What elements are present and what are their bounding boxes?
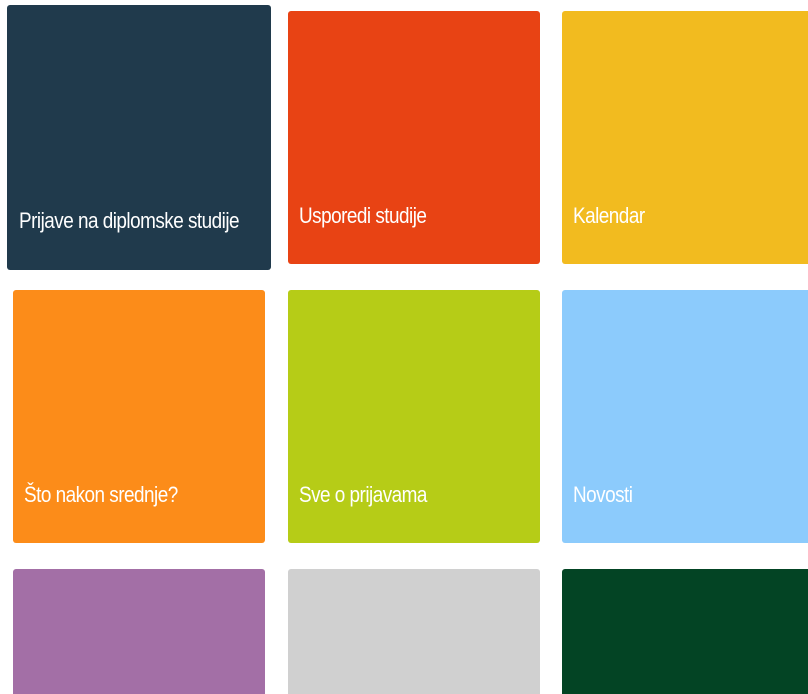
tile-after-high-school[interactable]: Što nakon srednje?: [13, 290, 265, 543]
tile-purple[interactable]: [13, 569, 265, 694]
tile-about-applications[interactable]: Sve o prijavama: [288, 290, 540, 543]
tile-compare-studies[interactable]: Usporedi studije: [288, 11, 540, 264]
tile-news[interactable]: Novosti: [562, 290, 808, 543]
tile-gray[interactable]: [288, 569, 540, 694]
tile-grid: Prijave na diplomske studije Usporedi st…: [0, 0, 808, 694]
tile-calendar[interactable]: Kalendar: [562, 11, 808, 264]
tile-dark-green[interactable]: [562, 569, 808, 694]
tile-graduate-applications[interactable]: Prijave na diplomske studije: [7, 5, 271, 270]
tile-label: Kalendar: [573, 203, 645, 228]
tile-label: Usporedi studije: [299, 203, 427, 228]
tile-label: Sve o prijavama: [299, 482, 427, 507]
tile-label: Što nakon srednje?: [24, 482, 178, 507]
tile-label: Prijave na diplomske studije: [19, 208, 240, 233]
tile-label: Novosti: [573, 482, 633, 507]
